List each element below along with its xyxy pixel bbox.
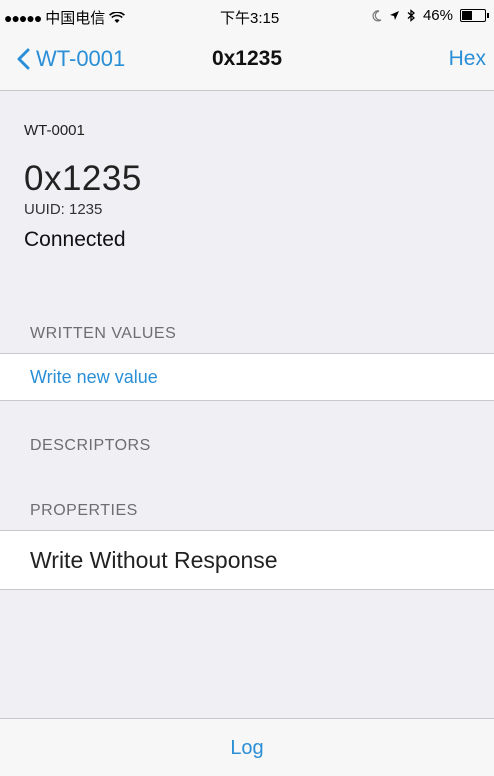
properties-header: PROPERTIES	[30, 502, 138, 519]
signal-strength: ●●●●●	[4, 9, 42, 26]
descriptors-header: DESCRIPTORS	[30, 437, 151, 454]
status-time: 下午3:15	[220, 10, 280, 27]
status-icons: 46%	[372, 7, 489, 24]
characteristic-name: 0x1235	[24, 159, 142, 198]
battery-level	[462, 11, 472, 20]
characteristic-info: WT-0001 0x1235 UUID: 1235 Connected	[24, 90, 474, 252]
log-button[interactable]: Log	[0, 737, 494, 760]
property-label: Write Without Response	[30, 547, 278, 573]
carrier-group: ●●●●● 中国电信	[4, 7, 126, 28]
uuid-label: UUID: 1235	[24, 201, 103, 218]
battery-icon	[460, 9, 489, 22]
written-values-header: WRITTEN VALUES	[30, 325, 177, 342]
write-new-value-label: Write new value	[30, 367, 158, 387]
hex-button[interactable]: Hex	[449, 47, 486, 71]
property-item: Write Without Response	[0, 530, 494, 590]
battery-percent: 46%	[422, 7, 453, 24]
status-bar: ●●●●● 中国电信 下午3:15 46%	[0, 0, 494, 30]
page-title: 0x1235	[211, 47, 283, 70]
carrier-name: 中国电信	[45, 10, 106, 27]
bottom-toolbar: Log	[0, 718, 494, 776]
write-new-value-cell[interactable]: Write new value	[0, 353, 494, 401]
moon-icon	[372, 9, 382, 21]
bluetooth-icon	[407, 9, 415, 22]
device-name: WT-0001	[24, 122, 85, 139]
connection-status: Connected	[24, 228, 126, 251]
location-arrow-icon	[389, 11, 399, 20]
navigation-bar: WT-0001 0x1235 Hex	[0, 30, 494, 91]
wifi-icon	[109, 11, 126, 23]
